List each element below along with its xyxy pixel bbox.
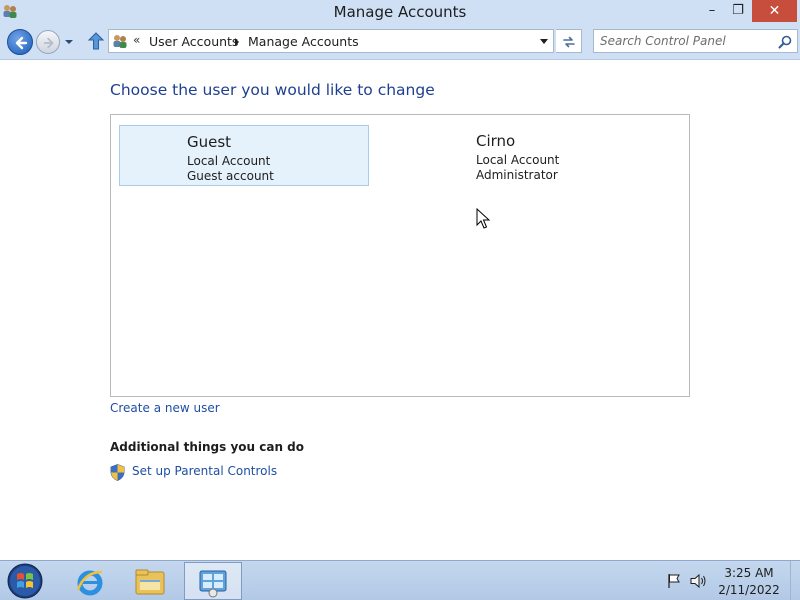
action-center-flag-icon[interactable] — [666, 573, 682, 589]
title-bar: Manage Accounts – ❐ ✕ — [0, 0, 800, 24]
arrow-right-icon — [43, 37, 54, 49]
account-tile-guest[interactable]: Guest Local Account Guest account — [119, 125, 369, 186]
internet-explorer-icon — [76, 570, 103, 596]
uac-shield-icon — [110, 464, 125, 481]
minimize-button[interactable]: – — [698, 0, 726, 22]
address-bar[interactable]: « User Accounts Manage Accounts — [108, 29, 554, 53]
account-type: Local Account — [476, 153, 560, 167]
parental-controls-link[interactable]: Set up Parental Controls — [132, 464, 277, 478]
up-arrow-icon[interactable] — [88, 32, 104, 50]
accounts-list: Guest Local Account Guest account Cirno … — [110, 114, 690, 397]
restore-button[interactable]: ❐ — [724, 0, 752, 22]
arrow-left-icon — [15, 36, 28, 50]
file-explorer-icon — [135, 569, 165, 595]
account-detail: Guest account — [187, 169, 274, 183]
breadcrumb-overflow-chevron[interactable]: « — [133, 33, 140, 47]
window-title: Manage Accounts — [333, 3, 467, 21]
mouse-pointer-icon — [476, 208, 490, 229]
volume-icon[interactable] — [690, 573, 708, 589]
account-type: Local Account — [187, 154, 271, 168]
recent-pages-dropdown-icon[interactable] — [64, 37, 74, 47]
user-accounts-icon — [113, 35, 127, 48]
navigation-bar: « User Accounts Manage Accounts — [0, 24, 800, 60]
search-box[interactable] — [593, 29, 798, 53]
breadcrumb-user-accounts[interactable]: User Accounts — [149, 34, 238, 49]
account-tile-cirno[interactable]: Cirno Local Account Administrator — [409, 125, 659, 186]
internet-explorer-taskbar-button[interactable] — [62, 562, 118, 600]
clock-date[interactable]: 2/11/2022 — [718, 583, 780, 597]
search-input[interactable] — [600, 33, 770, 49]
additional-things-heading: Additional things you can do — [110, 440, 305, 454]
taskbar: 3:25 AM 2/11/2022 — [0, 560, 800, 600]
account-name: Cirno — [476, 132, 516, 150]
forward-button[interactable] — [36, 30, 60, 54]
account-detail: Administrator — [476, 168, 558, 182]
refresh-button[interactable] — [556, 29, 582, 53]
search-icon[interactable] — [778, 35, 792, 49]
file-explorer-taskbar-button[interactable] — [122, 562, 178, 600]
start-button-icon[interactable] — [4, 562, 46, 600]
control-panel-taskbar-button[interactable] — [184, 562, 242, 600]
breadcrumb-manage-accounts[interactable]: Manage Accounts — [248, 34, 359, 49]
show-desktop-button[interactable] — [790, 561, 800, 600]
page-heading: Choose the user you would like to change — [110, 81, 435, 99]
breadcrumb-arrow-icon[interactable] — [234, 37, 240, 47]
address-dropdown-icon[interactable] — [539, 39, 549, 45]
back-button[interactable] — [7, 29, 33, 55]
refresh-icon — [563, 36, 575, 48]
control-panel-icon — [199, 570, 227, 598]
close-button[interactable]: ✕ — [752, 0, 797, 22]
account-name: Guest — [187, 133, 232, 151]
clock-time[interactable]: 3:25 AM — [718, 566, 780, 580]
create-new-user-link[interactable]: Create a new user — [110, 401, 220, 415]
